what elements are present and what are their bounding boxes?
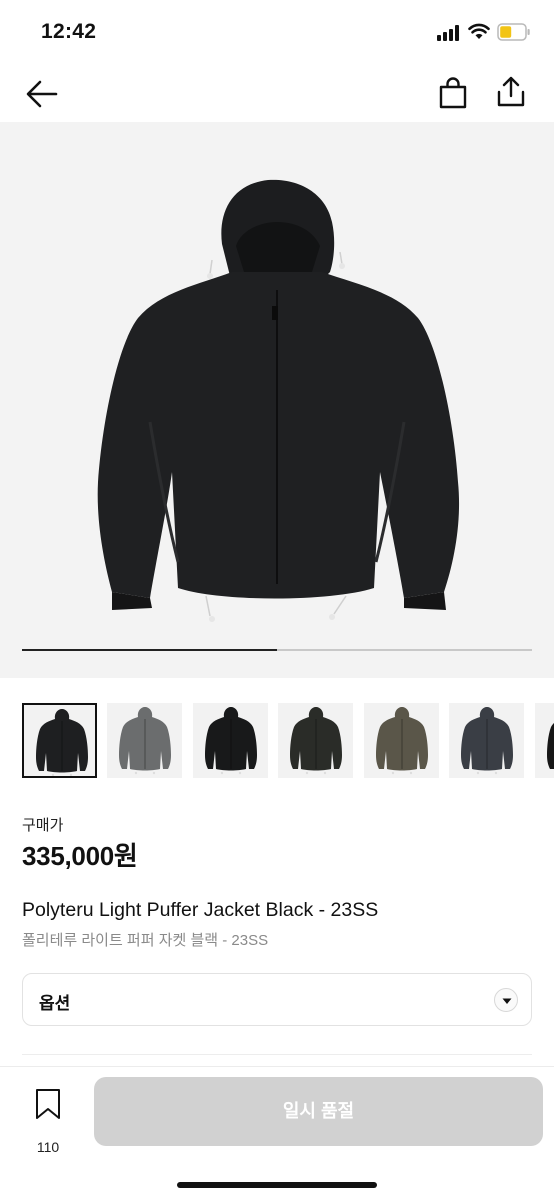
thumbnail-jacket-image xyxy=(205,707,257,775)
divider xyxy=(22,1054,532,1055)
thumbnail-jacket-image xyxy=(290,707,342,775)
cellular-signal-icon xyxy=(437,25,461,41)
carousel-progress-track xyxy=(22,649,532,651)
thumb-6-navy[interactable] xyxy=(449,703,524,778)
status-time: 12:42 xyxy=(41,20,97,43)
sold-out-label: 일시 품절 xyxy=(282,1101,355,1121)
bottom-action-bar: 110 일시 품절 xyxy=(0,1066,554,1200)
thumbnail-jacket-image xyxy=(461,707,513,775)
product-main-image xyxy=(97,179,460,622)
product-name-en: Polyteru Light Puffer Jacket Black - 23S… xyxy=(22,899,379,921)
option-select[interactable]: 옵션 xyxy=(22,973,532,1026)
thumbnail-jacket-image xyxy=(119,707,171,775)
thumbnail-jacket-image xyxy=(547,722,554,769)
thumbnail-strip xyxy=(0,703,554,781)
wifi-icon xyxy=(468,23,490,39)
price-value: 335,000원 xyxy=(22,841,138,871)
status-bar: 12:42 xyxy=(0,0,554,64)
option-label: 옵션 xyxy=(39,994,71,1013)
price-label: 구매가 xyxy=(22,817,64,834)
thumb-1-black[interactable] xyxy=(22,703,97,778)
share-icon[interactable] xyxy=(494,74,528,110)
back-arrow-icon[interactable] xyxy=(24,78,60,110)
bookmark-icon xyxy=(36,1089,60,1119)
thumbnail-jacket-image xyxy=(36,709,88,776)
battery-icon xyxy=(497,23,530,41)
product-image-carousel[interactable] xyxy=(0,122,554,678)
caret-down-icon xyxy=(494,988,518,1012)
thumb-4-darkgreen[interactable] xyxy=(278,703,353,778)
wishlist-button[interactable]: 110 xyxy=(28,1087,68,1155)
carousel-progress-fill xyxy=(22,649,277,651)
sold-out-button[interactable]: 일시 품절 xyxy=(94,1077,543,1146)
wishlist-count: 110 xyxy=(36,1139,60,1155)
nav-bar xyxy=(0,64,554,122)
shopping-bag-icon[interactable] xyxy=(436,76,470,110)
thumb-7-black[interactable] xyxy=(535,703,554,778)
product-name-ko: 폴리테루 라이트 퍼퍼 자켓 블랙 - 23SS xyxy=(22,932,269,949)
thumb-3-black[interactable] xyxy=(193,703,268,778)
thumb-5-olive[interactable] xyxy=(364,703,439,778)
home-indicator xyxy=(177,1182,377,1188)
thumbnail-jacket-image xyxy=(376,707,428,775)
thumb-2-gray[interactable] xyxy=(107,703,182,778)
